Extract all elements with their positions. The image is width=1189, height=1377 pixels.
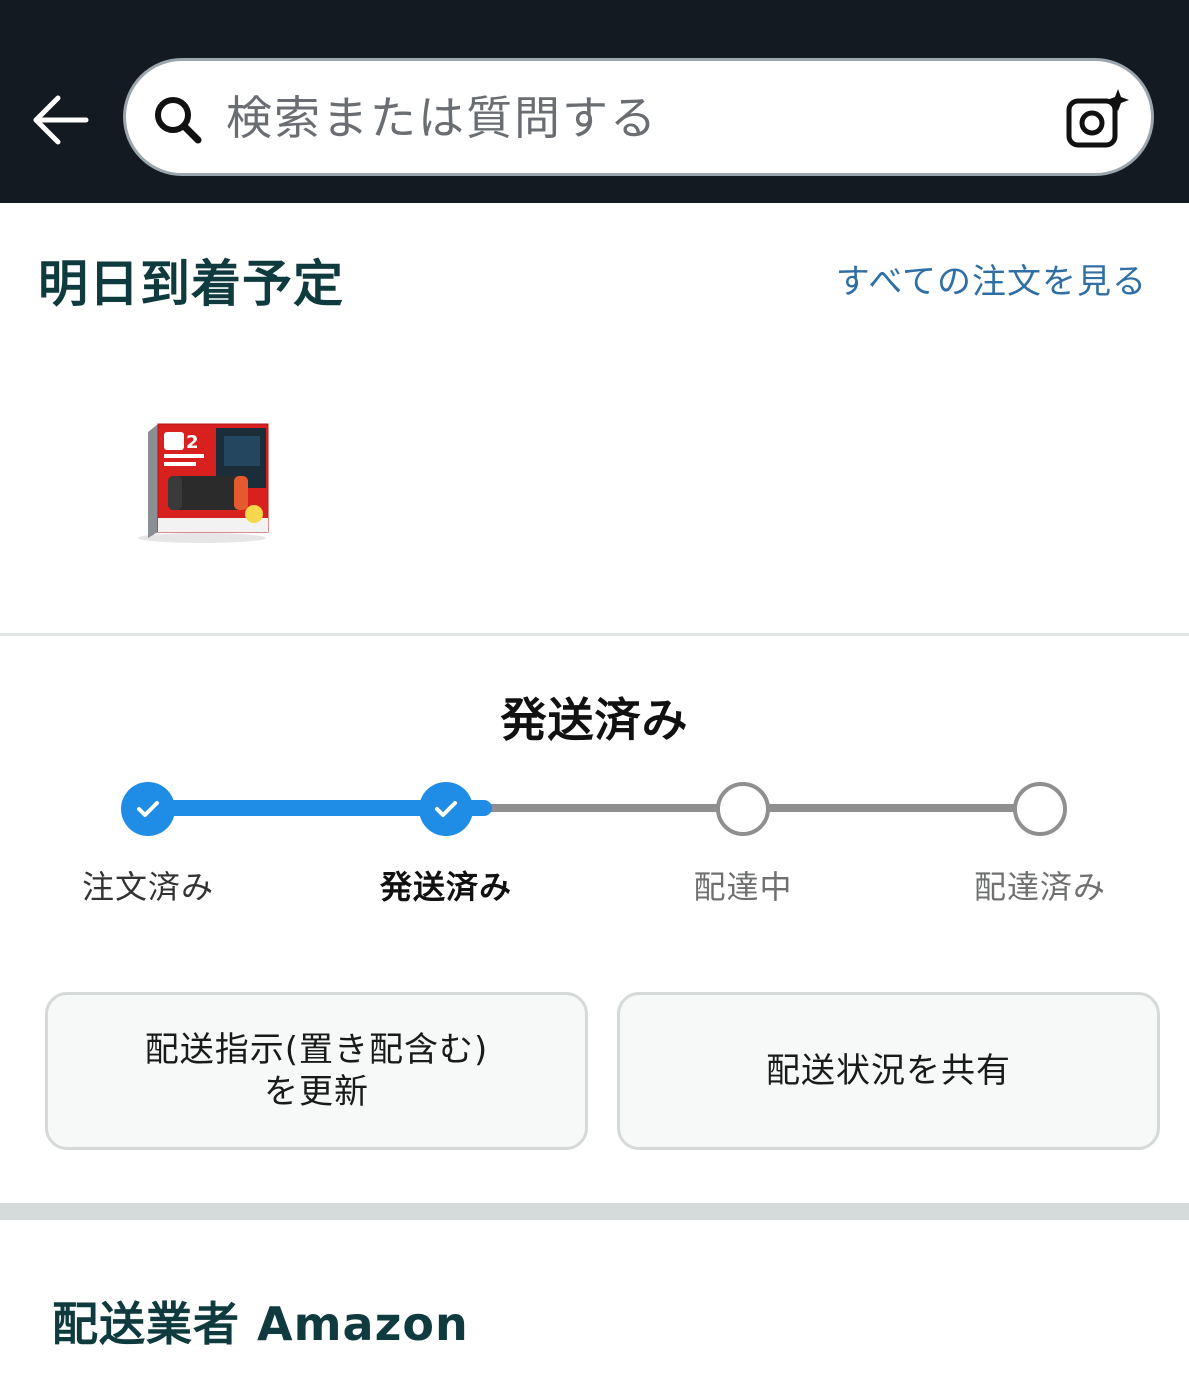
step-label-delivered: 配達済み: [973, 868, 1106, 906]
update-delivery-label-line2: を更新: [264, 1072, 369, 1112]
section-divider: [0, 633, 1189, 636]
step-label-ordered: 注文済み: [81, 868, 214, 906]
search-bar[interactable]: [123, 58, 1154, 176]
share-status-label: 配送状況を共有: [766, 1050, 1011, 1091]
shipping-status-title: 発送済み: [500, 693, 689, 747]
share-delivery-status-button[interactable]: 配送状況を共有: [617, 992, 1160, 1150]
camera-lens-icon[interactable]: [1064, 87, 1130, 151]
arrival-title: 明日到着予定: [38, 255, 344, 313]
search-input[interactable]: [226, 81, 1046, 155]
top-header: [0, 0, 1189, 203]
progress-tracker: [0, 770, 1189, 850]
step-shipped-check-icon: [419, 782, 473, 836]
step-label-shipped: 発送済み: [379, 868, 512, 906]
carrier-title: 配送業者 Amazon: [52, 1297, 469, 1351]
product-image[interactable]: 2: [128, 410, 276, 546]
back-arrow-icon[interactable]: [30, 92, 92, 148]
step-label-in-transit: 配達中: [693, 868, 793, 906]
update-delivery-instructions-button[interactable]: 配送指示(置き配含む) を更新: [45, 992, 588, 1150]
update-delivery-label-line1: 配送指示(置き配含む): [144, 1029, 489, 1070]
svg-text:2: 2: [186, 432, 199, 453]
step-in-transit-dot: [716, 782, 770, 836]
step-delivered-dot: [1013, 782, 1067, 836]
section-divider-thick: [0, 1203, 1189, 1220]
step-ordered-check-icon: [121, 782, 175, 836]
all-orders-link[interactable]: すべての注文を見る: [836, 254, 1147, 303]
search-icon: [152, 94, 204, 146]
